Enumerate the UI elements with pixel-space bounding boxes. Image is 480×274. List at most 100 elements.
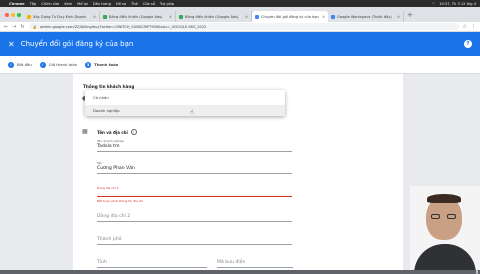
main-content: Thông tin khách hàng ● Cá nhân Doanh ngh… xyxy=(0,74,480,274)
url-text[interactable]: admin.google.com/ZZ/billing/buy?action=S… xyxy=(40,25,206,29)
business-name-field[interactable]: Tên doanh nghiệp Tadola tm xyxy=(97,139,292,152)
mouse-pointer-icon: ☝ xyxy=(190,109,194,116)
field-underline xyxy=(97,244,292,245)
address-bar[interactable]: 🔒 admin.google.com/ZZ/billing/buy?action… xyxy=(28,23,459,30)
close-tab-icon[interactable]: ✕ xyxy=(169,15,172,19)
menubar-item-history[interactable]: Mở lại xyxy=(77,2,88,6)
check-icon: ✓ xyxy=(8,61,14,68)
name-address-heading: Tên và địa chỉ i xyxy=(97,129,137,135)
checkout-stepper: ✓ Bắt đầu ✓ Giỏ thanh toán 3 Thanh toán xyxy=(0,56,480,74)
business-name-value[interactable]: Tadola tm xyxy=(97,144,292,149)
reload-icon[interactable]: ↻ xyxy=(20,24,24,30)
glasses-right xyxy=(447,214,456,219)
close-tab-icon[interactable]: ✕ xyxy=(245,15,248,19)
macos-menubar: Chrome Tệp Chỉnh sửa Xem Mở lại Dấu tran… xyxy=(0,0,480,7)
field-label: Tên xyxy=(97,161,103,165)
field-underline xyxy=(97,221,292,222)
new-tab-icon[interactable]: + xyxy=(407,11,413,19)
step-start: ✓ Bắt đầu xyxy=(8,61,32,68)
browser-tab[interactable]: Bảng điều khiển (Google Ads) ✕ xyxy=(176,11,252,22)
address-line2-placeholder[interactable]: Dòng địa chỉ 2 xyxy=(97,214,292,219)
customer-type-dropdown[interactable]: Cá nhân Doanh nghiệp xyxy=(85,90,285,116)
presenter-hair xyxy=(427,194,461,203)
step-number: 3 xyxy=(85,61,92,68)
browser-tab[interactable]: Xây Dựng Tư Duy Kinh Doanh ✕ xyxy=(24,11,100,22)
browser-toolbar: ← → ↻ 🔒 admin.google.com/ZZ/billing/buy?… xyxy=(0,22,480,32)
step-cart: ✓ Giỏ thanh toán xyxy=(39,61,78,68)
field-label: Dòng địa chỉ 1 xyxy=(97,186,119,190)
minimize-window-button[interactable] xyxy=(11,12,15,17)
info-icon[interactable]: i xyxy=(130,129,137,135)
close-tab-icon[interactable]: ✕ xyxy=(322,15,325,19)
menubar-app-name[interactable]: Chrome xyxy=(9,2,25,6)
close-tab-icon[interactable]: ✕ xyxy=(397,15,400,19)
menubar-item-bookmarks[interactable]: Dấu trang xyxy=(93,2,111,6)
menubar-item-view[interactable]: Xem xyxy=(64,2,72,6)
address-line2-field[interactable]: Dòng địa chỉ 2 xyxy=(97,214,292,222)
option-individual[interactable]: Cá nhân xyxy=(85,92,285,103)
forward-arrow-icon[interactable]: → xyxy=(12,24,16,30)
field-label: Tên doanh nghiệp xyxy=(97,139,124,143)
browser-tab[interactable]: Bảng điều khiển (Google Ads) ✕ xyxy=(100,11,176,22)
field-underline xyxy=(97,196,292,197)
tab-favicon-icon xyxy=(331,14,335,19)
tab-label: Xây Dựng Tư Duy Kinh Doanh xyxy=(33,14,87,19)
glasses-left xyxy=(431,214,440,219)
step-payment: 3 Thanh toán xyxy=(85,61,119,68)
field-error-message: Bắt buộc phải thông tin địa chỉ xyxy=(97,199,144,203)
step-label: Bắt đầu xyxy=(17,62,32,67)
lock-icon[interactable]: 🔒 xyxy=(33,25,37,29)
tab-label: Chuyển đổi gói đăng ký của bạn xyxy=(261,14,319,19)
city-placeholder[interactable]: Thành phố xyxy=(97,237,292,242)
close-tab-icon[interactable]: ✕ xyxy=(93,15,96,19)
help-icon[interactable]: ? xyxy=(464,40,472,48)
address-line1-field[interactable]: Dòng địa chỉ 1 Bắt buộc phải thông tin đ… xyxy=(97,186,292,203)
browser-tab-strip: Xây Dựng Tư Duy Kinh Doanh ✕ Bảng điều k… xyxy=(0,7,480,22)
contact-name-field[interactable]: Tên Cương Phan Văn xyxy=(97,161,292,174)
check-icon: ✓ xyxy=(39,61,46,68)
building-icon: ▦ xyxy=(82,128,88,135)
close-icon[interactable]: ✕ xyxy=(8,40,15,49)
menubar-item-edit[interactable]: Chỉnh sửa xyxy=(41,2,59,6)
field-underline xyxy=(97,151,292,152)
tab-favicon-icon xyxy=(103,14,107,19)
back-arrow-icon[interactable]: ← xyxy=(4,24,8,30)
zip-field[interactable]: Mã bưu điện xyxy=(217,260,293,268)
page-header: ✕ Chuyển đổi gói đăng ký của bạn ? xyxy=(0,32,480,56)
section-title: Thông tin khách hàng xyxy=(83,84,135,89)
tab-label: Google Workspace (Trước đây) xyxy=(337,14,392,19)
customer-info-card: Thông tin khách hàng ● Cá nhân Doanh ngh… xyxy=(73,74,403,270)
tab-label: Bảng điều khiển (Google Ads) xyxy=(109,14,163,19)
menubar-item-file[interactable]: Tệp xyxy=(30,2,37,6)
tab-favicon-icon xyxy=(27,14,31,19)
browser-menu-icon[interactable]: ⋮ xyxy=(471,24,476,30)
close-window-button[interactable] xyxy=(5,12,9,17)
contact-name-value[interactable]: Cương Phan Văn xyxy=(97,166,292,171)
step-label: Thanh toán xyxy=(94,62,119,67)
webcam-overlay xyxy=(410,186,480,270)
field-underline xyxy=(217,267,293,268)
browser-tab[interactable]: Google Workspace (Trước đây) ✕ xyxy=(328,11,404,22)
tab-favicon-icon xyxy=(179,14,183,19)
bookmark-star-icon[interactable]: ☆ xyxy=(463,24,467,30)
tab-label: Bảng điều khiển (Google Ads) xyxy=(185,14,239,19)
menubar-item-profiles[interactable]: Hồ sơ xyxy=(116,2,126,6)
step-label: Giỏ thanh toán xyxy=(48,62,78,67)
city-field[interactable]: Thành phố xyxy=(97,237,292,245)
menubar-item-tab[interactable]: Thẻ xyxy=(131,2,138,6)
menubar-clock[interactable]: 10:37, Th 3 12 thg 4 xyxy=(439,2,476,6)
menubar-item-window[interactable]: Cửa sổ xyxy=(143,2,155,6)
field-underline xyxy=(97,267,207,268)
province-placeholder[interactable]: Tỉnh xyxy=(97,260,207,265)
browser-tab-active[interactable]: Chuyển đổi gói đăng ký của bạn ✕ xyxy=(252,11,328,22)
field-underline xyxy=(97,173,292,174)
menubar-item-help[interactable]: Trợ giúp xyxy=(160,2,174,6)
province-field[interactable]: Tỉnh xyxy=(97,260,207,268)
wifi-icon[interactable]: ◠ xyxy=(432,2,435,6)
presenter-body xyxy=(414,244,476,270)
option-business[interactable]: Doanh nghiệp xyxy=(85,105,285,116)
page-title: Chuyển đổi gói đăng ký của bạn xyxy=(20,40,134,48)
maximize-window-button[interactable] xyxy=(17,12,21,17)
name-address-label: Tên và địa chỉ xyxy=(97,129,128,135)
zip-placeholder[interactable]: Mã bưu điện xyxy=(217,260,293,265)
